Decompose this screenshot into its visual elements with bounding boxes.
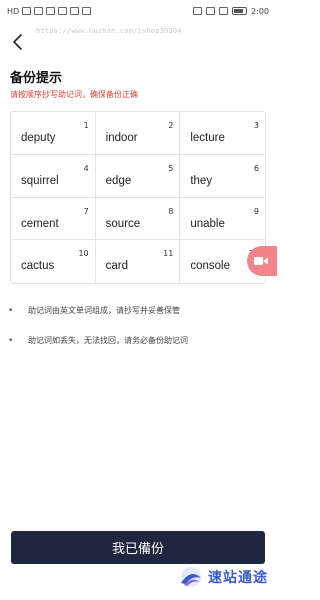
- message-icon: [82, 7, 92, 15]
- status-bar: HD 84 2:00: [0, 0, 277, 22]
- word-cell: 3 lecture: [180, 112, 265, 155]
- page-title: 备份提示: [10, 71, 63, 86]
- tip-text: 助记词由英文单词组成，请抄写并妥善保管: [28, 306, 180, 315]
- word-text: deputy: [21, 132, 56, 144]
- wifi-icon: [46, 7, 56, 15]
- hd-label: HD: [7, 6, 20, 16]
- word-text: cement: [21, 217, 59, 230]
- clock: 2:00: [251, 6, 269, 16]
- back-button[interactable]: [8, 32, 28, 52]
- word-cell: 4 squirrel: [11, 154, 96, 198]
- word-cell: 11 card: [96, 240, 181, 283]
- tip-item: • 助记词由英文单词组成，请抄写并妥善保管: [8, 305, 188, 317]
- bullet: •: [8, 306, 14, 316]
- word-number: 10: [78, 249, 89, 259]
- word-cell: 7 cement: [11, 197, 96, 241]
- video-record-icon: [254, 257, 268, 265]
- word-text: cactus: [21, 260, 55, 273]
- word-number: 5: [168, 163, 174, 173]
- tips-list: • 助记词由英文单词组成，请抄写并妥善保管 • 助记词如丢失，无法找回，请务必备…: [8, 305, 188, 365]
- word-number: 2: [168, 121, 174, 130]
- app-notification-icon: [58, 7, 68, 15]
- signal-icon-2: [34, 7, 44, 15]
- word-text: indoor: [105, 132, 138, 144]
- bluetooth-icon: [206, 7, 216, 15]
- word-cell: 8 source: [95, 197, 181, 241]
- brand-watermark: 速站通途: [178, 566, 268, 588]
- brand-text: 速站通途: [208, 570, 268, 586]
- word-cell: 9 unable: [180, 198, 265, 241]
- bullet: •: [8, 336, 14, 346]
- word-cell: 6 they: [180, 155, 265, 198]
- warning-text: 请按顺序抄写助记词，确保备份正确: [10, 90, 138, 99]
- word-text: lecture: [190, 132, 225, 144]
- confirm-backup-button[interactable]: 我已備份: [11, 531, 265, 564]
- battery-icon: [232, 7, 248, 15]
- word-text: source: [105, 217, 141, 230]
- word-number: 6: [253, 163, 259, 173]
- nfc-icon: [193, 7, 203, 15]
- status-left: HD: [7, 6, 92, 16]
- mute-icon: [219, 7, 229, 15]
- word-text: they: [190, 174, 213, 187]
- floating-record-button[interactable]: [247, 246, 277, 276]
- app-notification-icon-2: [70, 7, 80, 15]
- signal-icon: [22, 7, 32, 15]
- word-cell: 10 cactus: [11, 240, 96, 283]
- word-number: 8: [168, 206, 174, 216]
- chevron-left-icon: [13, 34, 22, 50]
- word-text: card: [105, 260, 129, 273]
- word-number: 11: [163, 249, 174, 259]
- url-watermark: https://www.huzhan.com/ishop30304: [36, 27, 182, 35]
- brand-logo-icon: [181, 567, 201, 587]
- word-text: squirrel: [21, 174, 59, 187]
- status-right: 84 2:00: [193, 7, 269, 16]
- word-number: 7: [83, 206, 89, 216]
- tip-item: • 助记词如丢失，无法找回，请务必备份助记词: [8, 335, 188, 347]
- word-text: unable: [190, 217, 225, 230]
- word-number: 1: [83, 121, 89, 130]
- tip-text: 助记词如丢失，无法找回，请务必备份助记词: [28, 336, 188, 345]
- word-cell: 1 deputy: [11, 112, 96, 155]
- word-number: 3: [253, 121, 259, 130]
- word-cell: 5 edge: [95, 154, 181, 198]
- mnemonic-grid: 1 deputy 2 indoor 3 lecture 4 squirrel 5 edge…: [10, 111, 266, 284]
- word-number: 9: [253, 206, 259, 216]
- word-text: console: [190, 260, 230, 273]
- word-number: 4: [83, 163, 89, 173]
- word-cell: 2 indoor: [95, 112, 181, 155]
- word-text: edge: [105, 174, 132, 187]
